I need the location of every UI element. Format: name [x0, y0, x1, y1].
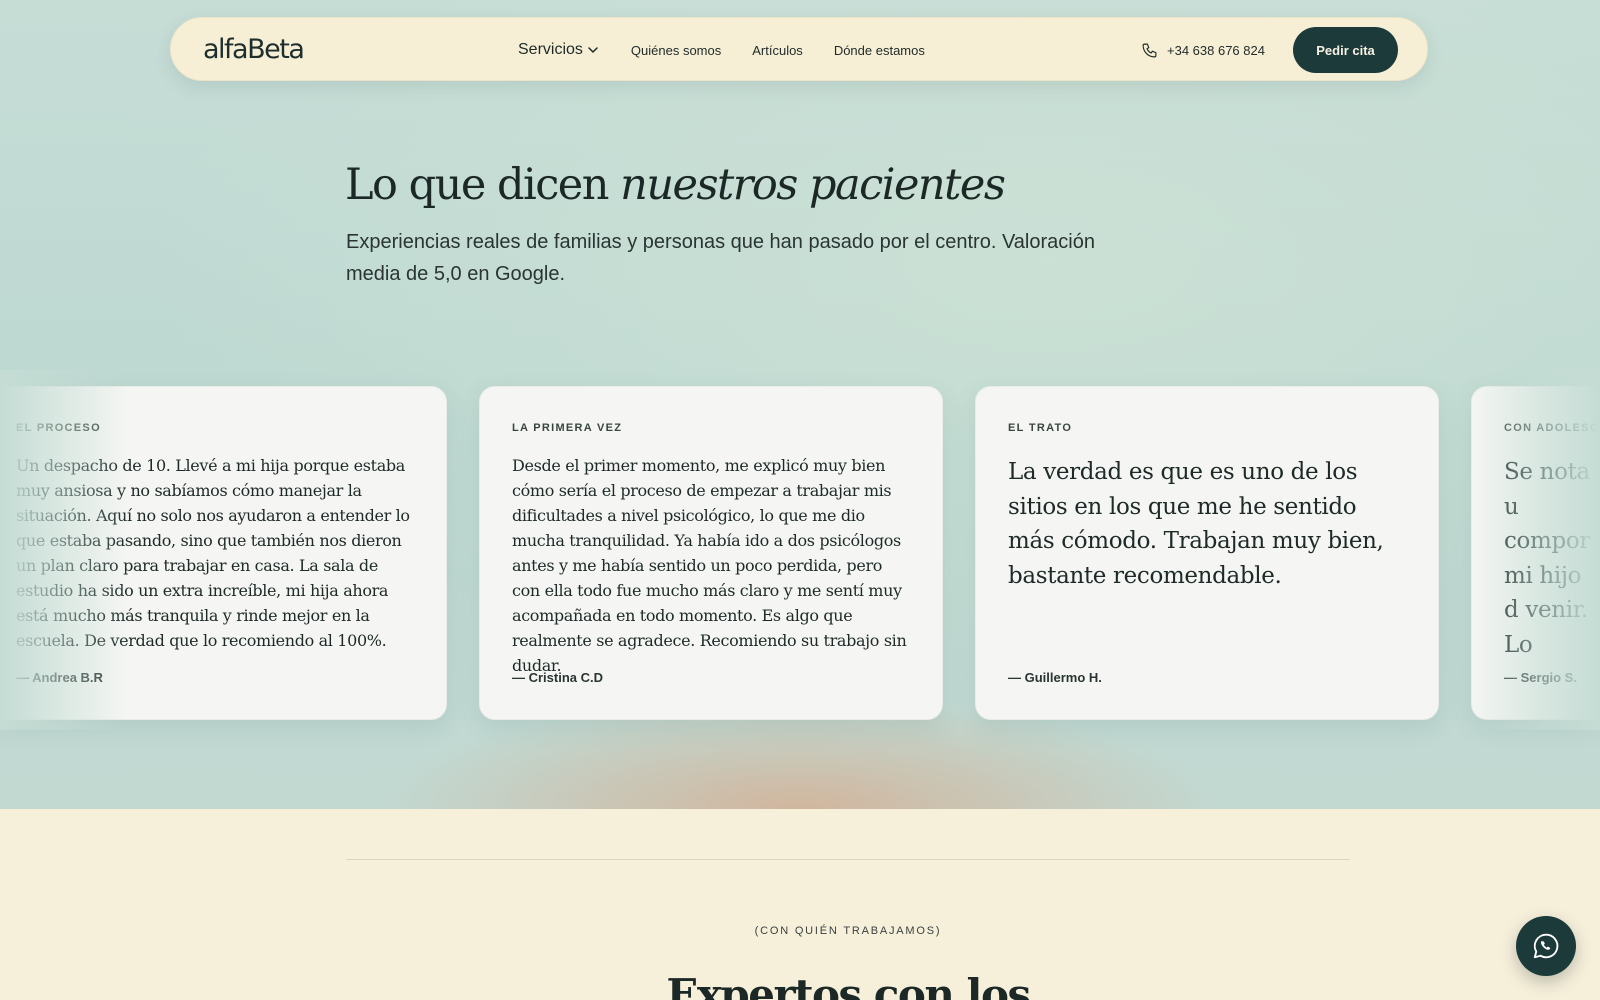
section-eyebrow: (CON QUIÉN TRABAJAMOS) — [754, 925, 942, 937]
card-tag: EL PROCESO — [16, 422, 101, 434]
card-quote: La verdad es que es uno de los sitios en… — [1008, 459, 1384, 589]
section-title: Lo que dicen nuestros pacientes — [345, 160, 1006, 210]
chevron-down-icon — [588, 47, 598, 53]
navbar: alfaBeta Servicios Quiénes somos Artícul… — [170, 17, 1428, 81]
testimonial-card: EL TRATO La verdad es que es uno de los … — [975, 386, 1439, 720]
nav-item-servicios[interactable]: Servicios — [518, 41, 598, 59]
section-divider — [346, 859, 1350, 860]
card-author: — Sergio S. — [1504, 670, 1577, 685]
whatsapp-button[interactable] — [1516, 916, 1576, 976]
card-author: — Cristina C.D — [512, 670, 604, 685]
book-appointment-button[interactable]: Pedir cita — [1293, 27, 1398, 73]
experts-title: Expertos con los — [666, 970, 1031, 1000]
phone-icon — [1142, 43, 1157, 57]
section-title-plain: Lo que dicen — [345, 160, 621, 210]
phone-link[interactable]: +34 638 676 824 — [1141, 18, 1265, 82]
testimonial-card: LA PRIMERA VEZ Desde el primer momento, … — [479, 386, 943, 720]
main-nav: Servicios Quiénes somos Artículos Dónde … — [518, 18, 956, 82]
card-tag: LA PRIMERA VEZ — [512, 422, 623, 434]
card-quote: Un despacho de 10. Llevé a mi hija porqu… — [16, 456, 410, 650]
phone-number: +34 638 676 824 — [1167, 42, 1265, 58]
card-quote: Se nota u compor mi hijo d venir. Lo — [1504, 459, 1591, 658]
nav-item-donde-estamos[interactable]: Dónde estamos — [834, 43, 925, 58]
logo[interactable]: alfaBeta — [203, 34, 305, 65]
card-author: — Andrea B.R — [16, 670, 103, 685]
testimonial-card: CON ADOLESC Se nota u compor mi hijo d v… — [1471, 386, 1600, 720]
section-title-italic: nuestros pacientes — [620, 160, 1006, 210]
whatsapp-icon — [1533, 933, 1559, 959]
nav-item-label: Servicios — [518, 41, 583, 58]
card-quote: Desde el primer momento, me explicó muy … — [512, 456, 907, 675]
section-subtitle: Experiencias reales de familias y person… — [346, 231, 1095, 285]
nav-item-articulos[interactable]: Artículos — [752, 43, 803, 58]
card-tag: EL TRATO — [1008, 422, 1073, 434]
testimonial-card: EL PROCESO Un despacho de 10. Llevé a mi… — [0, 386, 447, 720]
card-tag: CON ADOLESC — [1504, 422, 1600, 434]
nav-item-quienes-somos[interactable]: Quiénes somos — [631, 43, 721, 58]
card-author: — Guillermo H. — [1008, 670, 1102, 685]
